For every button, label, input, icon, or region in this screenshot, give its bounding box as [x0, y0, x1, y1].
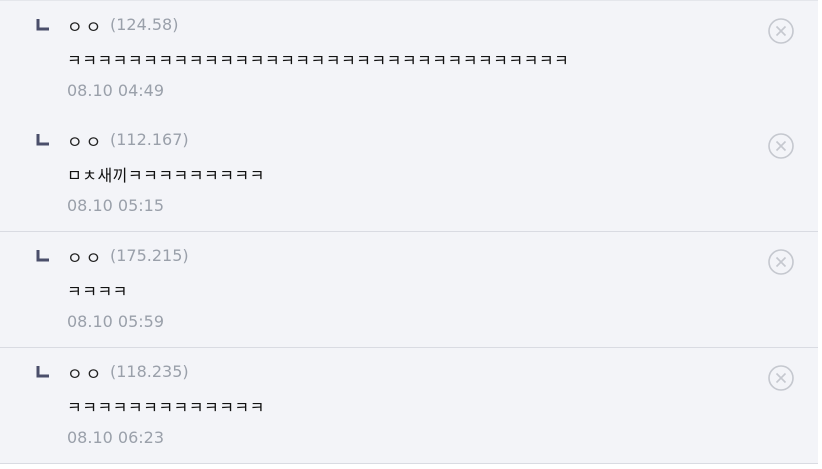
close-circle-icon[interactable] — [767, 248, 795, 276]
comment-ip: (124.58) — [110, 15, 179, 34]
comment-text: ㅋㅋㅋㅋㅋㅋㅋㅋㅋㅋㅋㅋㅋ — [67, 398, 265, 417]
comment-author[interactable]: ㅇㅇ — [67, 13, 104, 38]
close-circle-icon[interactable] — [767, 132, 795, 160]
comment-list: ㅇㅇ (124.58) ㅋㅋㅋㅋㅋㅋㅋㅋㅋㅋㅋㅋㅋㅋㅋㅋㅋㅋㅋㅋㅋㅋㅋㅋㅋㅋㅋㅋ… — [0, 0, 822, 469]
comment-ip: (175.215) — [110, 246, 189, 265]
comment-timestamp: 08.10 05:15 — [67, 196, 164, 215]
close-circle-icon[interactable] — [767, 17, 795, 45]
comment-ip: (118.235) — [110, 362, 189, 381]
comment-item: ㅇㅇ (124.58) ㅋㅋㅋㅋㅋㅋㅋㅋㅋㅋㅋㅋㅋㅋㅋㅋㅋㅋㅋㅋㅋㅋㅋㅋㅋㅋㅋㅋ… — [0, 0, 818, 117]
comment-author[interactable]: ㅇㅇ — [67, 128, 104, 153]
comment-text: ㅁㅊ새끼ㅋㅋㅋㅋㅋㅋㅋㅋㅋ — [67, 166, 265, 185]
reply-arrow-icon — [36, 134, 49, 146]
comment-item: ㅇㅇ (118.235) ㅋㅋㅋㅋㅋㅋㅋㅋㅋㅋㅋㅋㅋ 08.10 06:23 — [0, 348, 818, 464]
comment-timestamp: 08.10 06:23 — [67, 428, 164, 447]
comment-item: ㅇㅇ (175.215) ㅋㅋㅋㅋ 08.10 05:59 — [0, 232, 818, 348]
comment-timestamp: 08.10 05:59 — [67, 312, 164, 331]
comment-timestamp: 08.10 04:49 — [67, 81, 164, 100]
reply-arrow-icon — [36, 366, 49, 378]
comment-item: ㅇㅇ (112.167) ㅁㅊ새끼ㅋㅋㅋㅋㅋㅋㅋㅋㅋ 08.10 05:15 — [0, 116, 818, 232]
comment-text: ㅋㅋㅋㅋ — [67, 282, 128, 301]
reply-arrow-icon — [36, 250, 49, 262]
close-circle-icon[interactable] — [767, 364, 795, 392]
comment-text: ㅋㅋㅋㅋㅋㅋㅋㅋㅋㅋㅋㅋㅋㅋㅋㅋㅋㅋㅋㅋㅋㅋㅋㅋㅋㅋㅋㅋㅋㅋㅋㅋㅋ — [67, 51, 570, 70]
comment-ip: (112.167) — [110, 130, 189, 149]
comment-author[interactable]: ㅇㅇ — [67, 360, 104, 385]
comment-author[interactable]: ㅇㅇ — [67, 244, 104, 269]
reply-arrow-icon — [36, 19, 49, 31]
